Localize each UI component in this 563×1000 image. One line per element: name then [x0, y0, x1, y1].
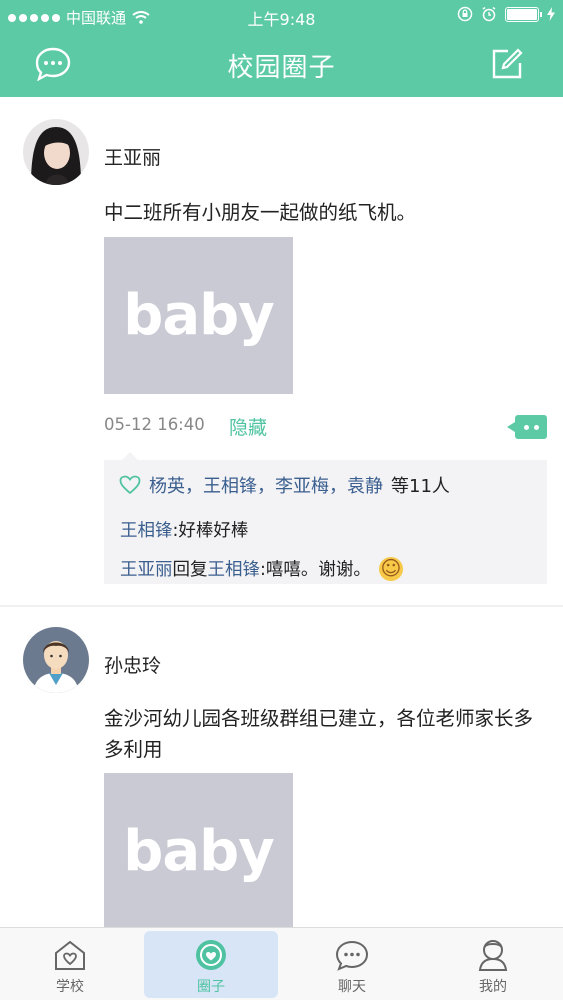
more-actions-button[interactable] — [507, 415, 547, 439]
post-image[interactable]: baby — [104, 773, 293, 927]
feed-post: 王亚丽 中二班所有小朋友一起做的纸飞机。 baby 05-12 16:40 隐藏… — [0, 97, 563, 605]
comment-item[interactable]: 王亚丽 回复 王相锋:嘻嘻。谢谢。 — [120, 556, 403, 581]
comment-author[interactable]: 王相锋 — [120, 517, 173, 542]
feed-list[interactable]: 王亚丽 中二班所有小朋友一起做的纸飞机。 baby 05-12 16:40 隐藏… — [0, 97, 563, 927]
post-author[interactable]: 孙忠玲 — [104, 651, 161, 678]
chat-icon — [334, 937, 370, 973]
nav-bar: 校园圈子 — [0, 32, 563, 97]
post-author[interactable]: 王亚丽 — [104, 143, 161, 170]
image-placeholder-text: baby — [123, 283, 274, 348]
page-title: 校园圈子 — [227, 53, 336, 83]
status-right — [457, 6, 555, 22]
post-content: 中二班所有小朋友一起做的纸飞机。 — [104, 201, 417, 224]
tab-circle[interactable]: 圈子 — [144, 931, 278, 998]
tab-school[interactable]: 学校 — [0, 928, 140, 1000]
profile-icon — [475, 937, 511, 973]
like-names[interactable]: 杨英，王相锋，李亚梅，袁静 — [149, 472, 383, 498]
reply-target[interactable]: 王相锋 — [208, 556, 261, 581]
home-heart-icon — [52, 937, 88, 973]
tab-label: 聊天 — [338, 979, 366, 995]
tab-me[interactable]: 我的 — [423, 928, 563, 1000]
reply-word: 回复 — [172, 560, 208, 580]
feed-post: 孙忠玲 金沙河幼儿园各班级群组已建立，各位老师家长多多利用 baby — [0, 607, 563, 927]
status-bar: 中国联通 上午9:48 — [0, 0, 563, 32]
tab-chat[interactable]: 聊天 — [282, 928, 422, 1000]
compose-icon — [492, 48, 523, 79]
avatar[interactable] — [23, 119, 89, 185]
comment-text: :嘻嘻。谢谢。 — [260, 560, 371, 580]
comments-panel: 杨英，王相锋，李亚梅，袁静 等11人 王相锋:好棒好棒 王亚丽 回复 王相锋:嘻嘻。… — [104, 452, 547, 584]
charging-icon — [547, 7, 555, 21]
heart-outline-icon — [119, 475, 141, 495]
post-content: 金沙河幼儿园各班级群组已建立，各位老师家长多多利用 — [104, 707, 534, 761]
tab-label: 学校 — [56, 979, 84, 995]
smile-emoji-icon — [378, 556, 403, 581]
comment-author[interactable]: 王亚丽 — [120, 556, 173, 581]
alarm-icon — [482, 6, 496, 22]
bottom-tab-bar: 学校 圈子 聊天 我的 — [0, 927, 563, 1000]
like-count: 等11人 — [391, 476, 450, 497]
app-header: 中国联通 上午9:48 校园圈子 — [0, 0, 563, 97]
comment-item[interactable]: 王相锋:好棒好棒 — [120, 517, 248, 542]
comment-text: :好棒好棒 — [172, 521, 249, 541]
post-image[interactable]: baby — [104, 237, 293, 394]
battery-icon — [505, 6, 542, 22]
rotation-lock-icon — [457, 6, 473, 22]
hide-post-link[interactable]: 隐藏 — [229, 413, 267, 440]
tab-label: 我的 — [479, 979, 507, 995]
likes-row: 杨英，王相锋，李亚梅，袁静 等11人 — [119, 472, 450, 498]
tab-label: 圈子 — [197, 979, 225, 995]
circle-heart-icon — [193, 937, 229, 973]
post-time: 05-12 16:40 — [104, 415, 205, 434]
image-placeholder-text: baby — [123, 819, 274, 884]
compose-button[interactable] — [487, 44, 527, 84]
avatar[interactable] — [23, 627, 89, 693]
